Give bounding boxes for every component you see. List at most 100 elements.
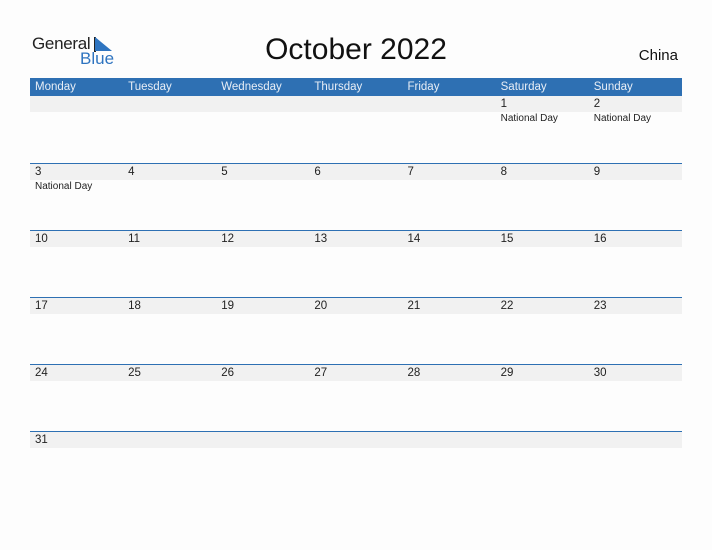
- day-cell: 8: [496, 164, 589, 192]
- day-cell: 7: [403, 164, 496, 192]
- day-number: 28: [407, 367, 421, 379]
- day-cell: 16: [589, 231, 682, 248]
- day-cell: [216, 432, 309, 449]
- day-number: 9: [593, 166, 601, 178]
- day-number: 14: [407, 233, 421, 245]
- day-cell: 26: [216, 365, 309, 382]
- day-number: [128, 432, 216, 448]
- weekday-friday: Friday: [407, 81, 440, 93]
- calendar-grid: Monday Tuesday Wednesday Thursday Friday…: [30, 78, 682, 498]
- day-cell: [496, 432, 589, 449]
- day-cell: 22: [496, 298, 589, 315]
- week-cells: 17 18 19 20 21 22 23: [30, 298, 682, 315]
- day-cell: [216, 96, 309, 124]
- day-cell: 13: [309, 231, 402, 248]
- day-number: 11: [128, 233, 141, 245]
- day-cell: [309, 96, 402, 124]
- day-number: 16: [593, 233, 607, 245]
- week-row: 31: [30, 431, 682, 498]
- day-number: [35, 96, 123, 112]
- day-number: 23: [593, 300, 607, 312]
- day-number: 25: [128, 367, 141, 379]
- day-number: 27: [314, 367, 328, 379]
- week-row: 24 25 26 27 28 29 30: [30, 364, 682, 431]
- day-number: 7: [407, 166, 414, 178]
- day-cell: 29: [496, 365, 589, 382]
- day-cell: 2 National Day: [589, 96, 682, 124]
- weekday-wednesday: Wednesday: [221, 81, 282, 93]
- day-number: [128, 96, 216, 112]
- day-cell: 25: [123, 365, 216, 382]
- day-cell: [403, 432, 496, 449]
- day-number: 30: [593, 367, 607, 379]
- week-row: 10 11 12 13 14 15 16: [30, 230, 682, 297]
- weekday-monday: Monday: [35, 81, 76, 93]
- day-number: 13: [314, 233, 328, 245]
- page-title: October 2022: [265, 33, 447, 66]
- day-cell: [30, 96, 123, 124]
- week-row: 3 National Day 4 5 6 7 8 9: [30, 163, 682, 230]
- day-number: [501, 432, 589, 448]
- week-cells: 10 11 12 13 14 15 16: [30, 231, 682, 248]
- day-cell: 4: [123, 164, 216, 192]
- day-number: 5: [221, 166, 228, 178]
- day-cell: 9: [589, 164, 682, 192]
- day-number: 12: [221, 233, 235, 245]
- day-cell: 19: [216, 298, 309, 315]
- day-number: [314, 96, 402, 112]
- day-number: 10: [35, 233, 48, 245]
- day-cell: 17: [30, 298, 123, 315]
- holiday-label: National Day: [500, 113, 558, 124]
- week-cells: 1 National Day 2 National Day: [30, 96, 682, 124]
- week-cells: 24 25 26 27 28 29 30: [30, 365, 682, 382]
- day-cell: 10: [30, 231, 123, 248]
- day-number: [221, 432, 309, 448]
- week-row: 17 18 19 20 21 22 23: [30, 297, 682, 364]
- day-cell: 18: [123, 298, 216, 315]
- day-cell: [309, 432, 402, 449]
- day-cell: 5: [216, 164, 309, 192]
- weekday-header: Monday Tuesday Wednesday Thursday Friday…: [30, 78, 682, 96]
- day-cell: 28: [403, 365, 496, 382]
- day-number: 17: [35, 300, 48, 312]
- weekday-saturday: Saturday: [500, 81, 547, 93]
- day-cell: 27: [309, 365, 402, 382]
- day-number: 20: [314, 300, 328, 312]
- day-cell: 6: [309, 164, 402, 192]
- day-cell: 21: [403, 298, 496, 315]
- weekday-sunday: Sunday: [593, 81, 633, 93]
- day-number: 22: [500, 300, 514, 312]
- day-number: [408, 96, 496, 112]
- day-number: 21: [407, 300, 421, 312]
- week-row: 1 National Day 2 National Day: [30, 96, 682, 163]
- day-number: 4: [128, 166, 135, 178]
- day-number: 24: [35, 367, 48, 379]
- day-number: [221, 96, 309, 112]
- day-number: 19: [221, 300, 235, 312]
- day-cell: 3 National Day: [30, 164, 123, 192]
- day-number: 31: [35, 434, 48, 446]
- day-number: 6: [314, 166, 321, 178]
- day-cell: [403, 96, 496, 124]
- day-number: [408, 432, 496, 448]
- day-cell: 11: [123, 231, 216, 248]
- day-cell: [123, 96, 216, 124]
- day-number: 3: [35, 166, 42, 178]
- day-number: [314, 432, 402, 448]
- day-cell: 31: [30, 432, 123, 449]
- weekday-tuesday: Tuesday: [128, 81, 172, 93]
- week-cells: 31: [30, 432, 682, 449]
- holiday-label: National Day: [35, 181, 93, 192]
- day-cell: 14: [403, 231, 496, 248]
- day-number: 29: [500, 367, 514, 379]
- country-label: China: [638, 47, 678, 64]
- day-cell: 30: [589, 365, 682, 382]
- day-number: 8: [500, 166, 508, 178]
- day-cell: 15: [496, 231, 589, 248]
- day-cell: 24: [30, 365, 123, 382]
- day-cell: 23: [589, 298, 682, 315]
- weekday-thursday: Thursday: [314, 81, 363, 93]
- day-number: [594, 432, 682, 448]
- day-cell: [589, 432, 682, 449]
- day-cell: [123, 432, 216, 449]
